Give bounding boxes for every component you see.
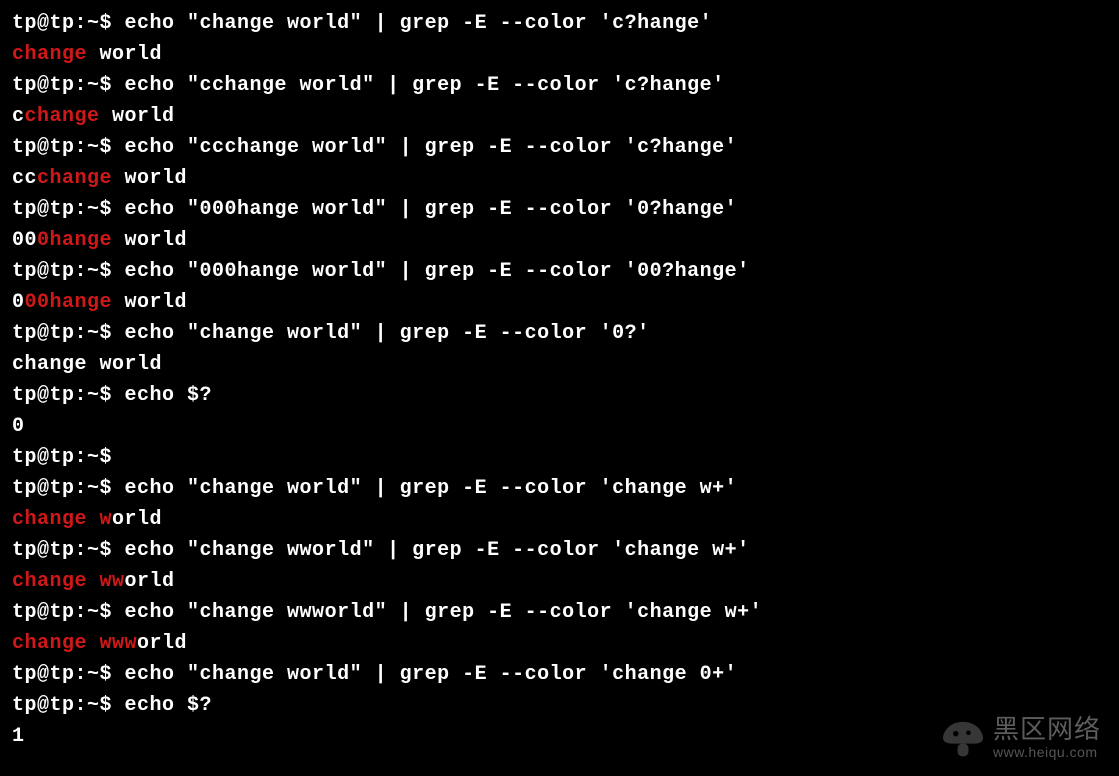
shell-prompt: tp@tp:~$	[12, 260, 125, 283]
grep-match: change w	[12, 508, 112, 531]
output-text: world	[112, 229, 187, 252]
command-text: echo $?	[125, 384, 213, 407]
command-text: echo "change world" | grep -E --color 'c…	[125, 477, 738, 500]
output-text: world	[100, 105, 175, 128]
output-text: change world	[12, 353, 162, 376]
shell-prompt: tp@tp:~$	[12, 446, 125, 469]
output-text: c	[12, 105, 25, 128]
output-text: 00	[12, 229, 37, 252]
terminal-line: ccchange world	[12, 163, 1107, 194]
command-text: echo $?	[125, 694, 213, 717]
watermark-brand: 黑区网络	[993, 716, 1101, 742]
terminal-line: tp@tp:~$ echo "ccchange world" | grep -E…	[12, 132, 1107, 163]
terminal-line: cchange world	[12, 101, 1107, 132]
terminal-line: tp@tp:~$ echo "change world" | grep -E -…	[12, 8, 1107, 39]
grep-match: change	[25, 105, 100, 128]
terminal-line: tp@tp:~$ echo "change world" | grep -E -…	[12, 659, 1107, 690]
output-text: orld	[125, 570, 175, 593]
shell-prompt: tp@tp:~$	[12, 198, 125, 221]
output-text: 0	[12, 415, 25, 438]
terminal-line: tp@tp:~$ echo "change world" | grep -E -…	[12, 473, 1107, 504]
output-text: world	[112, 167, 187, 190]
shell-prompt: tp@tp:~$	[12, 663, 125, 686]
command-text: echo "change world" | grep -E --color 'c…	[125, 12, 713, 35]
terminal-line: change wwworld	[12, 628, 1107, 659]
command-text: echo "000hange world" | grep -E --color …	[125, 198, 738, 221]
command-text: echo "change wwworld" | grep -E --color …	[125, 601, 763, 624]
command-text: echo "change world" | grep -E --color 'c…	[125, 663, 738, 686]
shell-prompt: tp@tp:~$	[12, 322, 125, 345]
terminal-line: tp@tp:~$	[12, 442, 1107, 473]
grep-match: 0hange	[37, 229, 112, 252]
terminal-line: tp@tp:~$ echo "000hange world" | grep -E…	[12, 194, 1107, 225]
output-text: 0	[12, 291, 25, 314]
shell-prompt: tp@tp:~$	[12, 384, 125, 407]
output-text: world	[87, 43, 162, 66]
command-text: echo "cchange world" | grep -E --color '…	[125, 74, 725, 97]
output-text: orld	[137, 632, 187, 655]
grep-match: change	[37, 167, 112, 190]
terminal-line: tp@tp:~$ echo "change world" | grep -E -…	[12, 318, 1107, 349]
terminal-line: tp@tp:~$ echo "change wworld" | grep -E …	[12, 535, 1107, 566]
grep-match: change www	[12, 632, 137, 655]
output-text: orld	[112, 508, 162, 531]
output-text: cc	[12, 167, 37, 190]
terminal-line: change world	[12, 39, 1107, 70]
terminal-line: tp@tp:~$ echo "000hange world" | grep -E…	[12, 256, 1107, 287]
shell-prompt: tp@tp:~$	[12, 601, 125, 624]
terminal-line: tp@tp:~$ echo "cchange world" | grep -E …	[12, 70, 1107, 101]
output-text: world	[112, 291, 187, 314]
terminal-line: 0	[12, 411, 1107, 442]
output-text: 1	[12, 725, 25, 748]
terminal-line: change world	[12, 504, 1107, 535]
shell-prompt: tp@tp:~$	[12, 539, 125, 562]
watermark-url: www.heiqu.com	[993, 742, 1098, 764]
command-text: echo "change world" | grep -E --color '0…	[125, 322, 650, 345]
shell-prompt: tp@tp:~$	[12, 477, 125, 500]
grep-match: change	[12, 43, 87, 66]
command-text: echo "ccchange world" | grep -E --color …	[125, 136, 738, 159]
shell-prompt: tp@tp:~$	[12, 694, 125, 717]
command-text: echo "000hange world" | grep -E --color …	[125, 260, 750, 283]
terminal-output[interactable]: tp@tp:~$ echo "change world" | grep -E -…	[12, 8, 1107, 752]
terminal-line: change wworld	[12, 566, 1107, 597]
terminal-line: tp@tp:~$ echo $?	[12, 380, 1107, 411]
mushroom-icon	[941, 720, 985, 760]
shell-prompt: tp@tp:~$	[12, 12, 125, 35]
terminal-line: change world	[12, 349, 1107, 380]
grep-match: 00hange	[25, 291, 113, 314]
shell-prompt: tp@tp:~$	[12, 136, 125, 159]
grep-match: change ww	[12, 570, 125, 593]
watermark: 黑区网络 www.heiqu.com	[941, 716, 1101, 764]
command-text: echo "change wworld" | grep -E --color '…	[125, 539, 750, 562]
terminal-line: 000hange world	[12, 225, 1107, 256]
terminal-line: 000hange world	[12, 287, 1107, 318]
shell-prompt: tp@tp:~$	[12, 74, 125, 97]
terminal-line: tp@tp:~$ echo "change wwworld" | grep -E…	[12, 597, 1107, 628]
